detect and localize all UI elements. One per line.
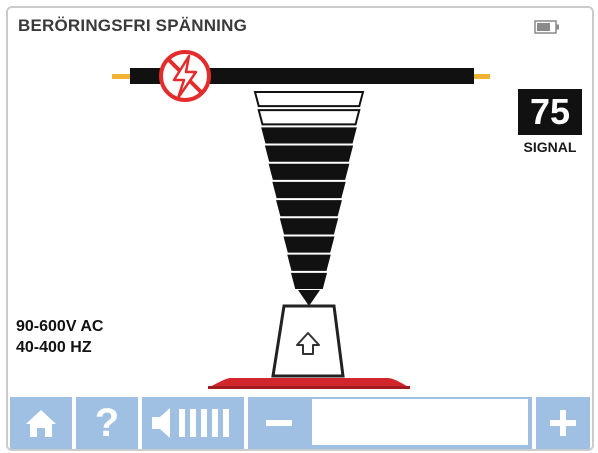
device-screen: BERÖRINGSFRI SPÄNNING 75 SIGNAL 90-600V … — [6, 6, 594, 451]
signal-bar-filled — [264, 145, 354, 162]
signal-bar-filled — [261, 127, 357, 144]
detector-graphic — [112, 50, 490, 389]
level-slider-track[interactable] — [312, 399, 528, 445]
lightning-hazard-icon — [159, 50, 211, 102]
signal-bar-empty — [257, 109, 361, 126]
help-icon: ? — [94, 401, 120, 445]
home-button[interactable] — [10, 397, 72, 449]
signal-bar-filled — [268, 163, 350, 180]
minus-icon — [266, 420, 292, 426]
signal-bar-filled — [276, 200, 342, 217]
help-button[interactable]: ? — [76, 397, 138, 449]
signal-bar-filled — [279, 218, 339, 235]
signal-bar-filled — [287, 254, 331, 271]
signal-bar-filled — [283, 236, 335, 253]
signal-bar-filled — [290, 272, 328, 289]
home-icon — [26, 410, 56, 437]
plus-icon — [550, 410, 576, 436]
volume-button[interactable] — [142, 397, 244, 449]
signal-bar-filled — [272, 181, 346, 199]
toolbar: ? — [8, 395, 592, 449]
wire-tip-left — [112, 74, 132, 79]
speaker-volume-icon — [152, 408, 229, 438]
signal-bars — [253, 91, 365, 289]
signal-bar-empty — [253, 91, 365, 108]
increase-button[interactable] — [536, 397, 590, 449]
probe-tip — [298, 290, 320, 306]
